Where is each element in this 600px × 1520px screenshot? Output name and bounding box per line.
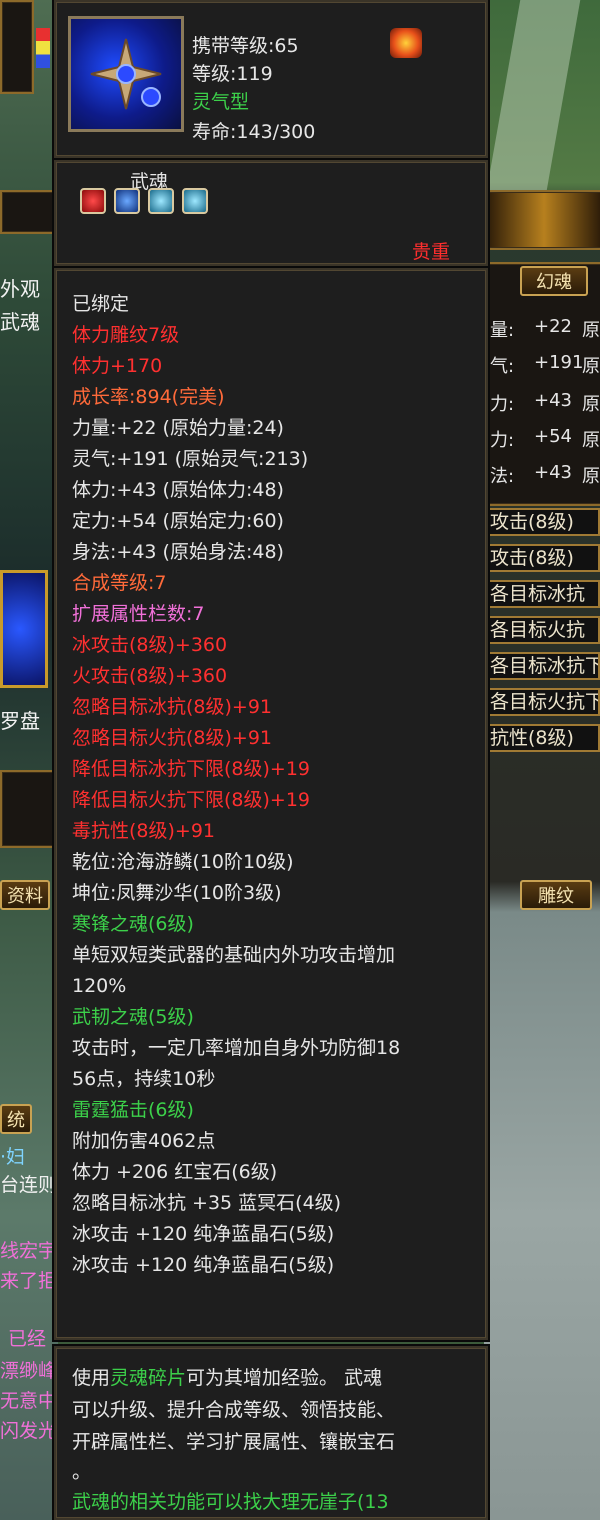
chat-line: 闪发光 — [0, 1420, 58, 1442]
soul-thumbnail-icon[interactable] — [0, 570, 48, 688]
right-attribute-bar[interactable]: 攻击(8级) — [484, 508, 600, 536]
attribute-line: 附加伤害4062点 — [72, 1130, 216, 1152]
attribute-line: 56点，持续10秒 — [72, 1068, 216, 1090]
soul-type-text: 灵气型 — [192, 91, 250, 113]
item-gems-panel: 武魂 贵重 — [54, 160, 488, 266]
chat-line: 已经 — [8, 1328, 47, 1350]
red-gem-icon — [80, 188, 106, 214]
right-attribute-bar[interactable]: 攻击(8级) — [484, 544, 600, 572]
right-attribute-bar[interactable]: 各目标冰抗 — [484, 580, 600, 608]
right-attribute-bar[interactable]: 抗性(8级) — [484, 724, 600, 752]
description-line: 可以升级、提升合成等级、领悟技能、 — [72, 1399, 396, 1421]
chat-line: 漂缈峰 — [0, 1360, 58, 1382]
attribute-line: 寒锋之魂(6级) — [72, 913, 194, 935]
description-npc-line: 武魂的相关功能可以找大理无崖子(13 — [72, 1491, 389, 1513]
attribute-line: 冰攻击 +120 纯净蓝晶石(5级) — [72, 1223, 335, 1245]
valuable-label: 贵重 — [412, 241, 451, 263]
item-description-panel: 使用灵魂碎片可为其增加经验。 武魂 可以升级、提升合成等级、领悟技能、 开辟属性… — [54, 1346, 488, 1520]
left-label-compass: 罗盘 — [0, 709, 40, 733]
attribute-line: 雷霆猛击(6级) — [72, 1099, 194, 1121]
description-line: 开辟属性栏、学习扩展属性、镶嵌宝石 — [72, 1431, 396, 1453]
attribute-line: 已绑定 — [72, 293, 130, 315]
feather-item-slot-icon[interactable] — [0, 770, 56, 848]
soul-fragment-link[interactable]: 灵魂碎片 — [110, 1367, 186, 1389]
chat-line: 无意中 — [0, 1390, 58, 1412]
level-text: 等级:119 — [192, 63, 273, 85]
attribute-line: 冰攻击 +120 纯净蓝晶石(5级) — [72, 1254, 335, 1276]
left-label-appearance[interactable]: 外观 — [0, 273, 40, 302]
attribute-line: 降低目标火抗下限(8级)+19 — [72, 789, 311, 811]
description-line: 使用灵魂碎片可为其增加经验。 武魂 — [72, 1367, 383, 1389]
blue-crystal-gem-icon — [182, 188, 208, 214]
right-window-header — [484, 190, 600, 250]
right-attribute-bar[interactable]: 各目标火抗 — [484, 616, 600, 644]
attribute-line: 攻击时，一定几率增加自身外功防御18 — [72, 1037, 401, 1059]
tab-phantom-soul[interactable]: 幻魂 — [520, 266, 588, 296]
attribute-line: 冰攻击(8级)+360 — [72, 634, 228, 656]
left-label-soul[interactable]: 武魂 — [0, 306, 40, 335]
attribute-line: 体力 +206 红宝石(6级) — [72, 1161, 278, 1183]
attribute-line: 力量:+22 (原始力量:24) — [72, 417, 284, 439]
left-window-fragment-top — [0, 0, 34, 94]
attribute-line: 定力:+54 (原始定力:60) — [72, 510, 284, 532]
attribute-line: 忽略目标冰抗 +35 蓝冥石(4级) — [72, 1192, 342, 1214]
soul-weapon-avatar-icon — [68, 16, 184, 132]
item-attributes-panel: 已绑定体力雕纹7级 体力+170 成长率:894(完美) 力量:+22 (原始力量:2… — [54, 268, 488, 1340]
attribute-line: 体力雕纹7级 — [72, 324, 180, 346]
attribute-line: 乾位:沧海游鳞(10阶10级) — [72, 851, 294, 873]
description-line: 。 — [72, 1461, 92, 1483]
attribute-line: 扩展属性栏数:7 — [72, 603, 205, 625]
attribute-line: 合成等级:7 — [72, 572, 167, 594]
chat-line: ·妇 — [0, 1146, 26, 1168]
attribute-line: 降低目标冰抗下限(8级)+19 — [72, 758, 311, 780]
color-swatch-icon — [36, 28, 50, 68]
chat-line: 台连则 — [0, 1174, 58, 1196]
attribute-line: 120% — [72, 975, 127, 997]
lifespan-text: 寿命:143/300 — [192, 121, 316, 143]
attribute-line: 灵气:+191 (原始灵气:213) — [72, 448, 309, 470]
attribute-line: 成长率:894(完美) — [72, 386, 225, 408]
right-attribute-bar[interactable]: 各目标火抗下 — [484, 688, 600, 716]
attribute-line: 火攻击(8级)+360 — [72, 665, 228, 687]
attribute-line: 体力+170 — [72, 355, 163, 377]
attribute-line: 单短双短类武器的基础内外功攻击增加 — [72, 944, 396, 966]
attribute-line: 坤位:凤舞沙华(10阶3级) — [72, 882, 282, 904]
attribute-line: 体力:+43 (原始体力:48) — [72, 479, 284, 501]
chat-line: 线宏宇 — [0, 1240, 58, 1262]
blue-crystal-gem-icon — [148, 188, 174, 214]
attribute-line: 忽略目标火抗(8级)+91 — [72, 727, 273, 749]
attribute-line: 忽略目标冰抗(8级)+91 — [72, 696, 273, 718]
item-header-panel: 携带等级:65 等级:119 灵气型 寿命:143/300 — [54, 0, 488, 158]
blue-gem-icon — [114, 188, 140, 214]
right-attribute-bar[interactable]: 各目标冰抗下 — [484, 652, 600, 680]
tab-engraving[interactable]: 雕纹 — [520, 880, 592, 910]
left-window-bar — [0, 190, 56, 234]
system-tab-button[interactable]: 统 — [0, 1104, 32, 1134]
carry-level-text: 携带等级:65 — [192, 35, 299, 57]
attribute-line: 身法:+43 (原始身法:48) — [72, 541, 284, 563]
soul-type-badge-icon — [390, 28, 422, 58]
chat-line: 来了拒 — [0, 1270, 58, 1292]
attribute-line: 毒抗性(8级)+91 — [72, 820, 216, 842]
profile-tab-button[interactable]: 资料 — [0, 880, 50, 910]
attribute-line: 武韧之魂(5级) — [72, 1006, 194, 1028]
